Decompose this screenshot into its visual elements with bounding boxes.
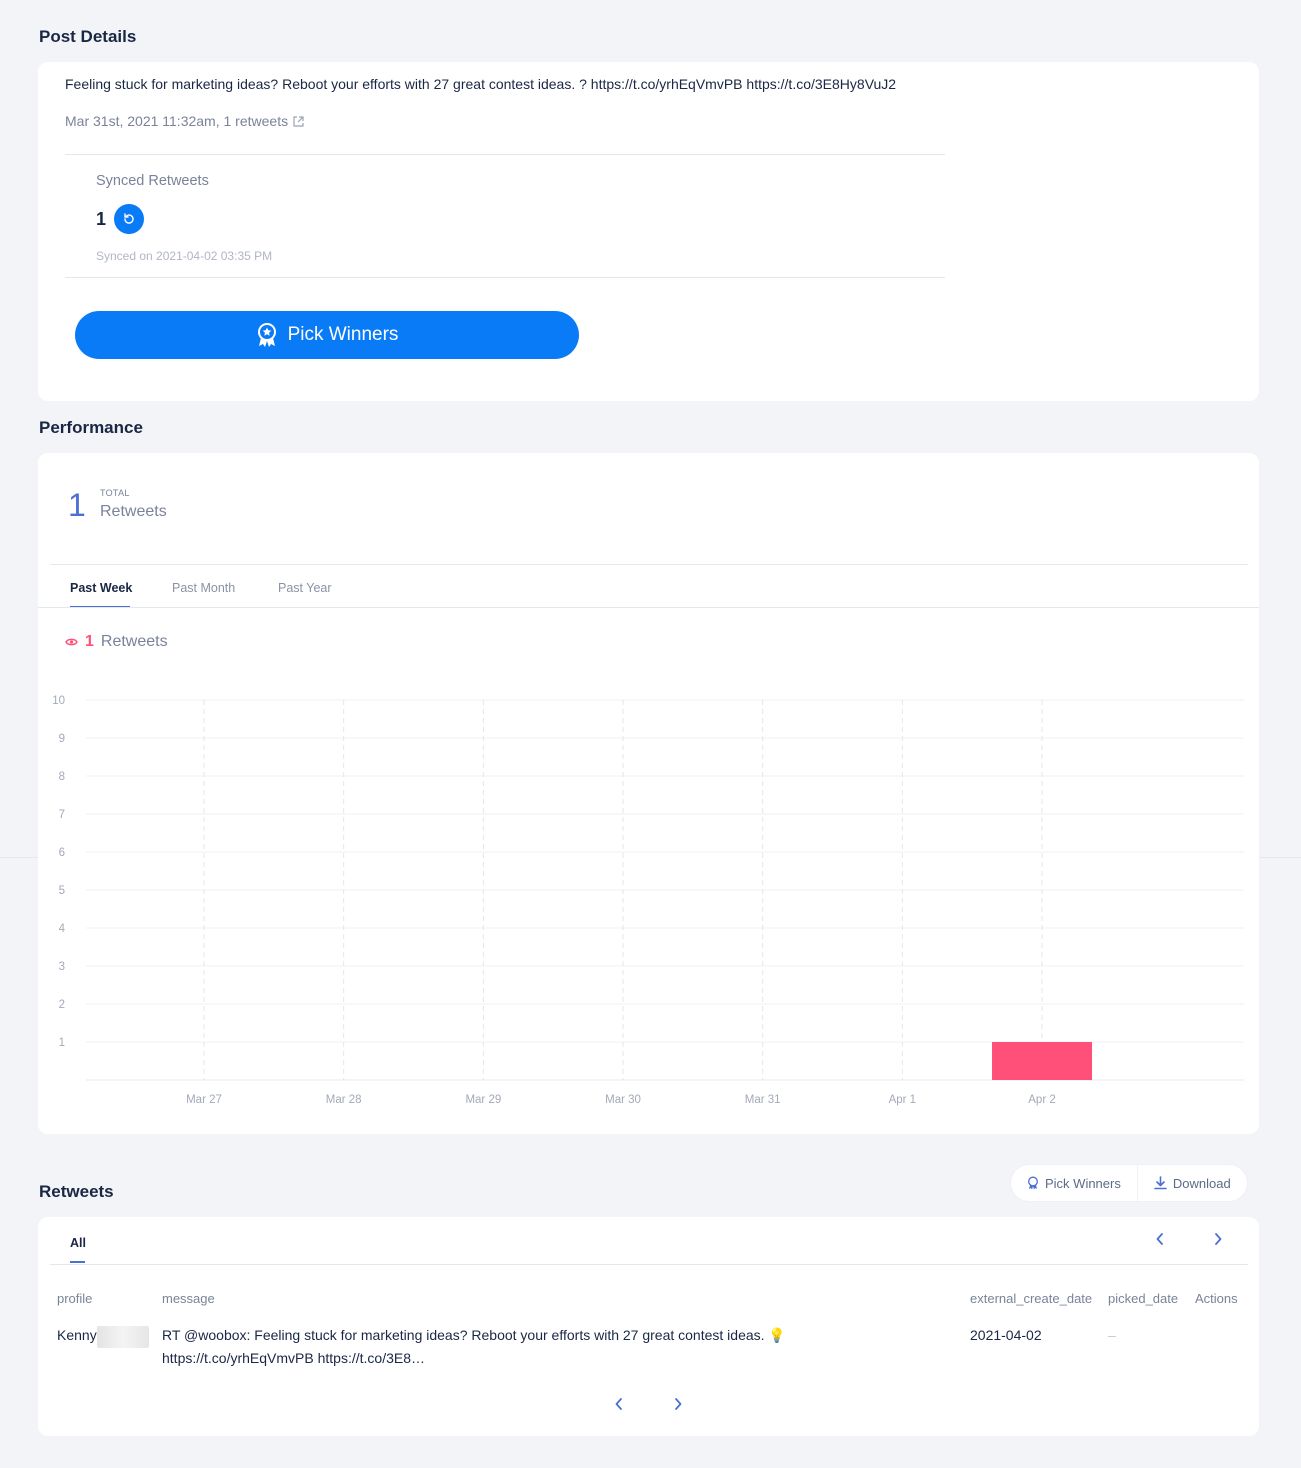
- synced-count-row: 1: [96, 204, 145, 234]
- y-tick-label: 2: [59, 999, 65, 1011]
- refresh-icon[interactable]: [114, 204, 145, 234]
- tab-all[interactable]: All: [70, 1236, 86, 1250]
- chevron-right-icon[interactable]: [1208, 1229, 1228, 1249]
- row-message-line1: RT @woobox: Feeling stuck for marketing …: [162, 1327, 786, 1343]
- synced-count: 1: [96, 208, 107, 229]
- y-tick-label: 9: [59, 733, 65, 745]
- pick-winners-label: Pick Winners: [287, 324, 399, 345]
- post-meta-text: Mar 31st, 2021 11:32am, 1 retweets: [65, 113, 289, 129]
- y-tick-label: 3: [59, 961, 65, 973]
- divider: [65, 154, 945, 155]
- pick-winners-button[interactable]: Pick Winners: [75, 311, 579, 359]
- synced-on: Synced on 2021-04-02 03:35 PM: [96, 249, 273, 263]
- y-tick-label: 1: [59, 1037, 65, 1049]
- bar-retweets: [992, 1042, 1093, 1080]
- y-tick-label: 4: [59, 923, 66, 935]
- download-icon: [1154, 1176, 1167, 1190]
- y-tick-label: 8: [59, 771, 65, 783]
- y-tick-label: 5: [59, 885, 65, 897]
- award-icon: [1027, 1176, 1039, 1190]
- chevron-left-icon[interactable]: [1150, 1229, 1170, 1249]
- x-tick-label: Mar 27: [186, 1094, 222, 1106]
- column-header-profile: profile: [57, 1291, 93, 1306]
- divider: [50, 1264, 1248, 1265]
- post-details-card: Feeling stuck for marketing ideas? Reboo…: [38, 62, 1259, 401]
- pick-winners-small-label: Pick Winners: [1045, 1175, 1121, 1191]
- award-icon: [256, 322, 278, 348]
- performance-card: 1 TOTAL Retweets Past Week Past Month Pa…: [38, 453, 1259, 1134]
- retweets-title: Retweets: [39, 1182, 114, 1201]
- y-tick-label: 10: [52, 695, 65, 707]
- column-header-actions: Actions: [1195, 1291, 1238, 1306]
- y-tick-label: 6: [59, 847, 65, 859]
- divider: [65, 277, 945, 278]
- post-text: Feeling stuck for marketing ideas? Reboo…: [65, 76, 897, 92]
- retweets-action-group: Pick Winners Download: [1011, 1165, 1247, 1201]
- active-tab-indicator: [70, 1261, 85, 1263]
- row-picked-date: –: [1108, 1327, 1116, 1343]
- column-header-message: message: [162, 1291, 215, 1306]
- download-button[interactable]: Download: [1138, 1165, 1247, 1201]
- external-link-icon[interactable]: [292, 115, 305, 128]
- row-message-line2: https://t.co/yrhEqVmvPB https://t.co/3E8…: [162, 1350, 425, 1366]
- pick-winners-small-button[interactable]: Pick Winners: [1011, 1165, 1137, 1201]
- download-label: Download: [1172, 1175, 1231, 1191]
- x-tick-label: Mar 31: [745, 1094, 781, 1106]
- x-tick-label: Apr 2: [1028, 1094, 1056, 1106]
- x-tick-label: Mar 30: [605, 1094, 641, 1106]
- x-tick-label: Apr 1: [889, 1094, 917, 1106]
- chevron-right-icon[interactable]: [668, 1394, 688, 1414]
- chevron-left-icon[interactable]: [609, 1394, 629, 1414]
- synced-retweets-label: Synced Retweets: [96, 173, 209, 189]
- row-external-create-date: 2021-04-02: [970, 1327, 1042, 1343]
- post-details-title: Post Details: [39, 27, 137, 46]
- divider: [0, 857, 38, 858]
- retweets-card: All profile message external_create_date…: [38, 1217, 1259, 1436]
- avatar: [97, 1326, 149, 1348]
- y-tick-label: 7: [59, 809, 65, 821]
- x-tick-label: Mar 28: [326, 1094, 362, 1106]
- column-header-external-create-date: external_create_date: [970, 1291, 1093, 1306]
- column-header-picked-date: picked_date: [1108, 1291, 1179, 1306]
- post-meta: Mar 31st, 2021 11:32am, 1 retweets: [65, 113, 305, 129]
- performance-title: Performance: [39, 418, 143, 437]
- x-tick-label: Mar 29: [465, 1094, 501, 1106]
- row-profile-name: Kenny: [57, 1327, 97, 1343]
- retweets-chart: 1 2 3 4 5 6 7 8 9 10 Mar 27 Mar 28 Mar 29 Mar 30 Mar 3…: [52, 695, 1244, 1106]
- divider: [1259, 857, 1301, 858]
